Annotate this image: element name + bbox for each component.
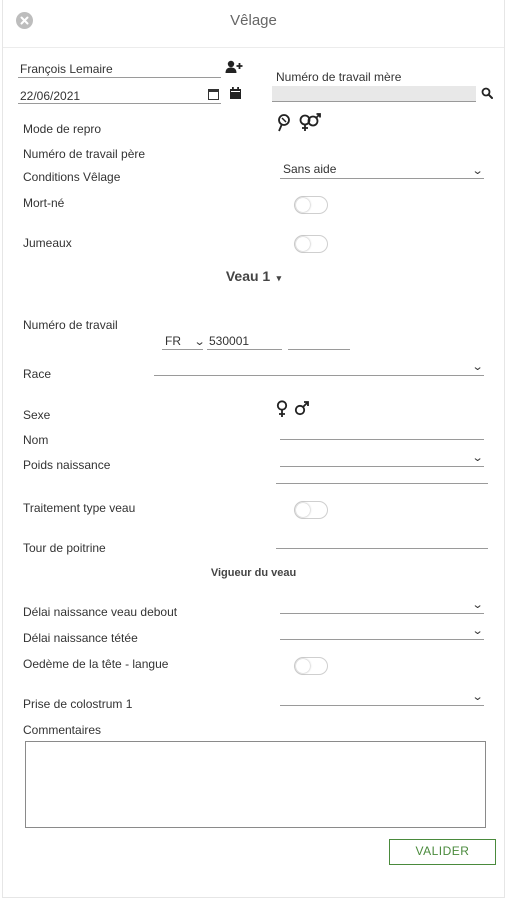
mother-input[interactable] <box>272 86 476 102</box>
calf-title: Veau 1 <box>225 268 271 284</box>
calendar-icon[interactable] <box>230 86 241 99</box>
father-label: Numéro de travail père <box>23 147 146 161</box>
vigor-title: Vigueur du veau <box>210 567 297 579</box>
calf-section-toggle[interactable]: Veau 1 ▾ <box>0 268 507 284</box>
work-number-suffix-underline <box>288 349 350 350</box>
chevron-down-icon[interactable]: ⌄ <box>472 451 484 464</box>
chevron-down-icon[interactable]: ⌄ <box>194 335 206 348</box>
owner-name[interactable]: François Lemaire <box>20 62 113 76</box>
header-divider <box>3 47 504 48</box>
page-title: Vêlage <box>230 12 277 29</box>
suckling-select[interactable] <box>280 639 484 640</box>
submit-button[interactable]: VALIDER <box>389 839 496 865</box>
chest-input[interactable] <box>276 548 488 549</box>
male-icon[interactable] <box>294 400 310 416</box>
stillborn-label: Mort-né <box>23 196 65 210</box>
work-number-input[interactable]: 530001 <box>209 334 249 348</box>
weight-input[interactable] <box>276 483 488 484</box>
natural-service-icon[interactable] <box>276 113 292 133</box>
chevron-down-icon[interactable]: ⌄ <box>472 164 484 177</box>
suckling-label: Délai naissance tétée <box>23 631 138 645</box>
chevron-down-icon[interactable]: ⌄ <box>472 360 484 373</box>
standing-select[interactable] <box>280 613 484 614</box>
mother-label: Numéro de travail mère <box>276 70 402 84</box>
weight-label: Poids naissance <box>23 458 111 472</box>
colostrum-select[interactable] <box>280 705 484 706</box>
comments-textarea[interactable] <box>25 741 486 828</box>
edema-toggle[interactable] <box>294 657 328 675</box>
add-person-icon[interactable] <box>225 60 243 74</box>
name-input[interactable] <box>280 439 484 440</box>
caret-down-icon: ▾ <box>274 273 282 283</box>
country-underline <box>162 349 203 350</box>
treatment-toggle[interactable] <box>294 501 328 519</box>
chest-label: Tour de poitrine <box>23 541 106 555</box>
male-female-icon[interactable] <box>298 113 322 133</box>
date-picker-icon[interactable] <box>208 89 219 100</box>
submit-button-label: VALIDER <box>415 844 470 858</box>
country-select[interactable]: FR <box>165 334 181 348</box>
conditions-select[interactable]: Sans aide <box>283 162 336 176</box>
name-label: Nom <box>23 433 49 447</box>
edema-label: Oedème de la tête - langue <box>23 657 169 671</box>
standing-label: Délai naissance veau debout <box>23 605 178 619</box>
comments-label: Commentaires <box>23 723 102 737</box>
stillborn-toggle[interactable] <box>294 196 328 214</box>
colostrum-label: Prise de colostrum 1 <box>23 697 133 711</box>
chevron-down-icon[interactable]: ⌄ <box>472 690 484 703</box>
search-icon[interactable] <box>481 86 493 99</box>
date-underline <box>18 103 221 104</box>
conditions-underline <box>280 178 484 179</box>
sex-label: Sexe <box>23 408 51 422</box>
owner-underline <box>18 77 221 78</box>
female-icon[interactable] <box>276 400 288 418</box>
breed-underline <box>154 375 484 376</box>
chevron-down-icon[interactable]: ⌄ <box>472 598 484 611</box>
work-number-underline <box>207 349 282 350</box>
treatment-label: Traitement type veau <box>23 501 136 515</box>
work-number-label: Numéro de travail <box>23 318 118 332</box>
date-field[interactable]: 22/06/2021 <box>20 89 80 103</box>
conditions-label: Conditions Vêlage <box>23 170 121 184</box>
repro-label: Mode de repro <box>23 122 102 136</box>
twins-toggle[interactable] <box>294 235 328 253</box>
chevron-down-icon[interactable]: ⌄ <box>472 624 484 637</box>
twins-label: Jumeaux <box>23 236 72 250</box>
breed-label: Race <box>23 367 52 381</box>
weight-select[interactable] <box>280 466 484 467</box>
